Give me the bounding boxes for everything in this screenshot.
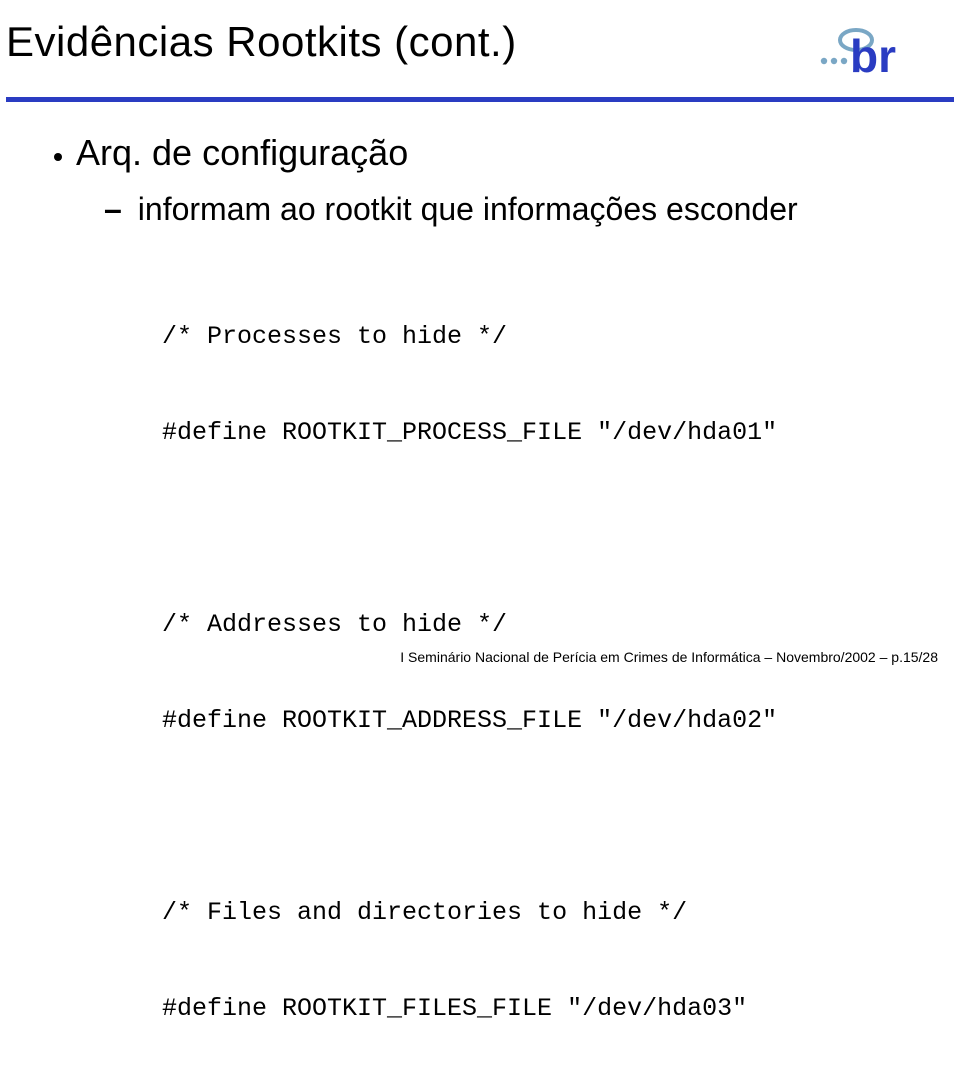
code-line: #define ROOTKIT_PROCESS_FILE "/dev/hda01… — [162, 417, 920, 449]
logo-svg: br — [818, 24, 938, 80]
code-line — [162, 801, 920, 833]
slide-footer: I Seminário Nacional de Perícia em Crime… — [400, 649, 938, 665]
code-line — [162, 513, 920, 545]
code-line: /* Processes to hide */ — [162, 321, 920, 353]
code-line: /* Addresses to hide */ — [162, 609, 920, 641]
sub-bullet-item: – informam ao rootkit que informações es… — [104, 188, 920, 231]
slide-header: Evidências Rootkits (cont.) br — [0, 0, 960, 85]
slide-content: Arq. de configuração – informam ao rootk… — [0, 102, 960, 1089]
br-logo: br — [818, 24, 938, 85]
dash-icon: – — [104, 193, 122, 225]
code-line: #define ROOTKIT_FILES_FILE "/dev/hda03" — [162, 993, 920, 1025]
svg-text:br: br — [850, 30, 896, 80]
bullet-text: Arq. de configuração — [76, 132, 408, 174]
bullet-item: Arq. de configuração — [54, 132, 920, 174]
code-block: /* Processes to hide */ #define ROOTKIT_… — [162, 257, 920, 1089]
page-title: Evidências Rootkits (cont.) — [6, 18, 517, 66]
code-line: /* Files and directories to hide */ — [162, 897, 920, 929]
code-line: #define ROOTKIT_ADDRESS_FILE "/dev/hda02… — [162, 705, 920, 737]
bullet-dot-icon — [54, 153, 62, 161]
sub-bullet-text: informam ao rootkit que informações esco… — [138, 188, 798, 231]
